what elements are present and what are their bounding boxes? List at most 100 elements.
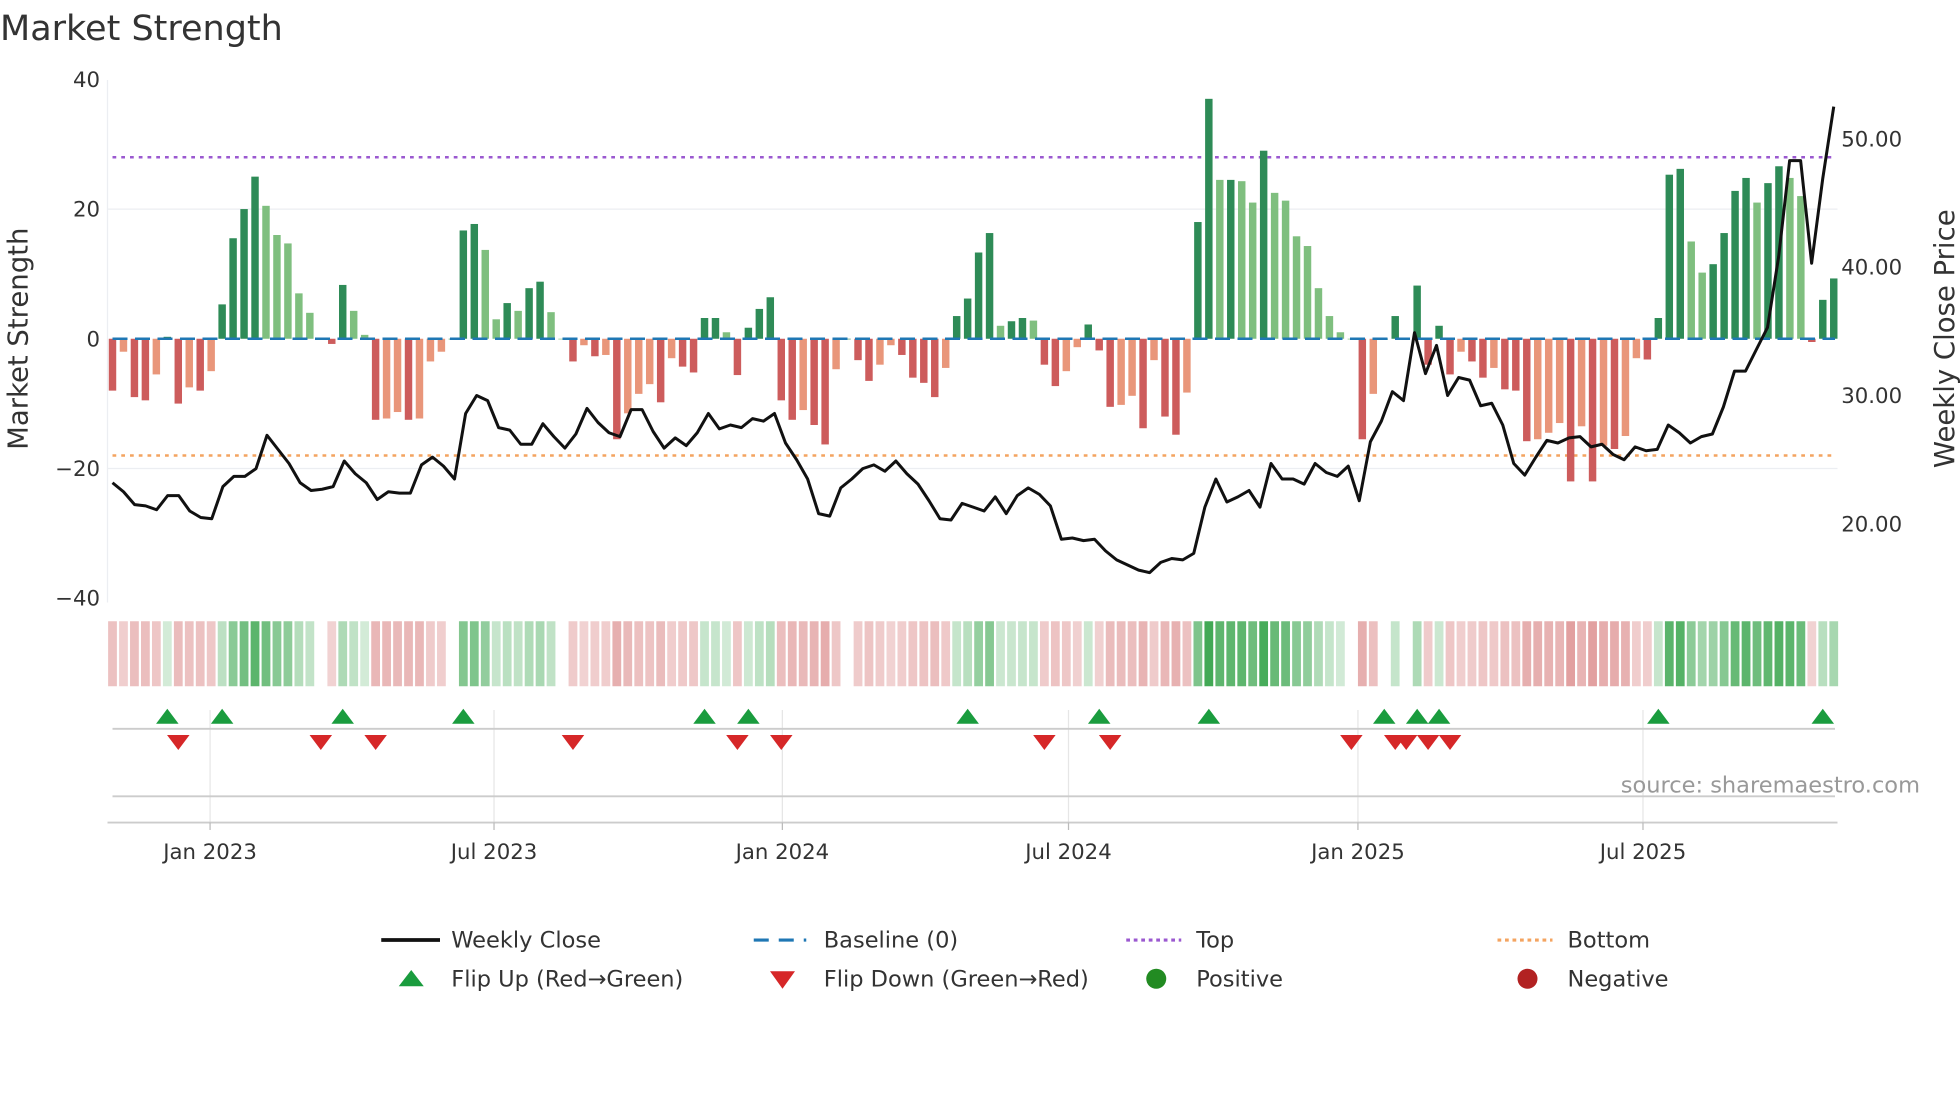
- heat-cell: [1829, 621, 1839, 687]
- strength-bar: [667, 338, 676, 359]
- strength-bar: [240, 209, 248, 339]
- strength-bar: [1753, 202, 1761, 339]
- heat-cell: [634, 621, 644, 687]
- heat-cell: [1500, 621, 1510, 687]
- legend-label: Positive: [1196, 966, 1283, 992]
- strength-bar: [1819, 299, 1827, 339]
- strength-bar: [1610, 338, 1619, 449]
- flip-up-icon: [1373, 708, 1396, 724]
- heat-cell: [524, 621, 534, 687]
- heat-cell: [645, 621, 655, 687]
- heat-cell: [283, 621, 293, 687]
- strength-bar: [1632, 338, 1641, 359]
- legend-label: Top: [1195, 928, 1234, 954]
- heat-cell: [853, 621, 863, 687]
- heat-cell: [480, 621, 490, 687]
- heat-cell: [217, 621, 227, 687]
- heat-cell: [272, 621, 282, 687]
- strength-bar: [481, 249, 489, 339]
- strength-bar: [1194, 222, 1202, 339]
- strength-bar: [1183, 338, 1191, 393]
- flip-down-icon: [1033, 735, 1056, 750]
- heat-cell: [875, 621, 885, 687]
- flip-up-icon: [331, 708, 354, 724]
- legend-triangle-down-icon: [770, 971, 795, 989]
- heat-cell: [513, 621, 523, 687]
- heat-cell: [1259, 621, 1269, 687]
- heat-cell: [656, 621, 666, 687]
- flip-down-icon: [1098, 735, 1122, 750]
- strength-bar: [273, 235, 281, 339]
- y2-tick-label: 20.00: [1841, 512, 1902, 537]
- strength-bar: [1205, 98, 1213, 339]
- x-tick-label: Jul 2025: [1598, 840, 1686, 865]
- heat-cell: [1445, 621, 1455, 687]
- heat-cell: [579, 621, 589, 687]
- strength-bar: [1040, 338, 1049, 365]
- strength-bar: [1325, 316, 1334, 339]
- heat-cell: [1522, 621, 1532, 687]
- strength-bar: [854, 338, 862, 361]
- strength-bar: [1720, 233, 1728, 339]
- legend: Weekly Close Baseline (0) Top Bottom Flip Up…: [381, 928, 1668, 992]
- heat-cell: [798, 621, 808, 687]
- heat-cell: [1160, 621, 1170, 687]
- flip-down-icon: [726, 735, 749, 750]
- flip-up-icon: [1405, 708, 1429, 724]
- strength-bar: [635, 338, 643, 394]
- x-tick-label: Jan 2025: [1309, 840, 1405, 865]
- strength-bar: [1413, 285, 1421, 339]
- heat-cell: [195, 621, 205, 687]
- flip-down-icon: [1416, 735, 1440, 750]
- heat-cell: [338, 621, 348, 687]
- heat-cell: [1237, 621, 1247, 687]
- heat-cell: [349, 621, 359, 687]
- heat-cell: [831, 621, 841, 687]
- heat-cell: [985, 621, 994, 687]
- strength-bar: [865, 338, 873, 381]
- heat-cell: [667, 621, 677, 687]
- heat-cell: [382, 621, 391, 687]
- strength-bar: [602, 338, 610, 355]
- heat-cell: [930, 621, 940, 687]
- flip-up-icon: [156, 708, 179, 724]
- strength-bar: [985, 233, 994, 339]
- heat-cell: [1632, 621, 1641, 687]
- heat-cell: [820, 621, 830, 687]
- heat-cell: [1193, 621, 1203, 687]
- strength-bar: [1676, 168, 1684, 339]
- heat-cell: [327, 621, 337, 687]
- heat-cell: [711, 621, 720, 687]
- strength-bar: [1698, 272, 1706, 339]
- heat-cell: [1270, 621, 1280, 687]
- strength-bar: [1665, 174, 1674, 339]
- heat-cell: [1478, 621, 1488, 687]
- heat-cell: [108, 621, 117, 687]
- heat-cell: [228, 621, 238, 687]
- heat-cell: [1423, 621, 1433, 687]
- heat-cell: [1785, 621, 1795, 687]
- heat-cell: [206, 621, 216, 687]
- heat-cell: [1390, 621, 1400, 687]
- heat-cell: [1325, 621, 1334, 687]
- strength-bar: [1709, 264, 1717, 339]
- strength-bar: [1292, 236, 1301, 339]
- strength-bar: [1742, 177, 1750, 339]
- strength-bar: [909, 338, 917, 378]
- strength-bar: [1797, 196, 1805, 339]
- strength-bar: [1018, 318, 1027, 339]
- heat-cell: [184, 621, 194, 687]
- heat-cell: [305, 621, 315, 687]
- heat-cell: [1336, 621, 1345, 687]
- strength-bar: [898, 338, 906, 355]
- heat-cell: [1610, 621, 1619, 687]
- flip-up-icon: [210, 708, 234, 724]
- flip-up-icon: [693, 708, 716, 724]
- strength-bar: [108, 338, 117, 391]
- heat-cell: [886, 621, 896, 687]
- heat-cell: [1741, 621, 1751, 687]
- heat-cell: [963, 621, 973, 687]
- strength-bar: [931, 338, 939, 398]
- strength-bar: [832, 338, 840, 370]
- strength-bar: [229, 238, 237, 339]
